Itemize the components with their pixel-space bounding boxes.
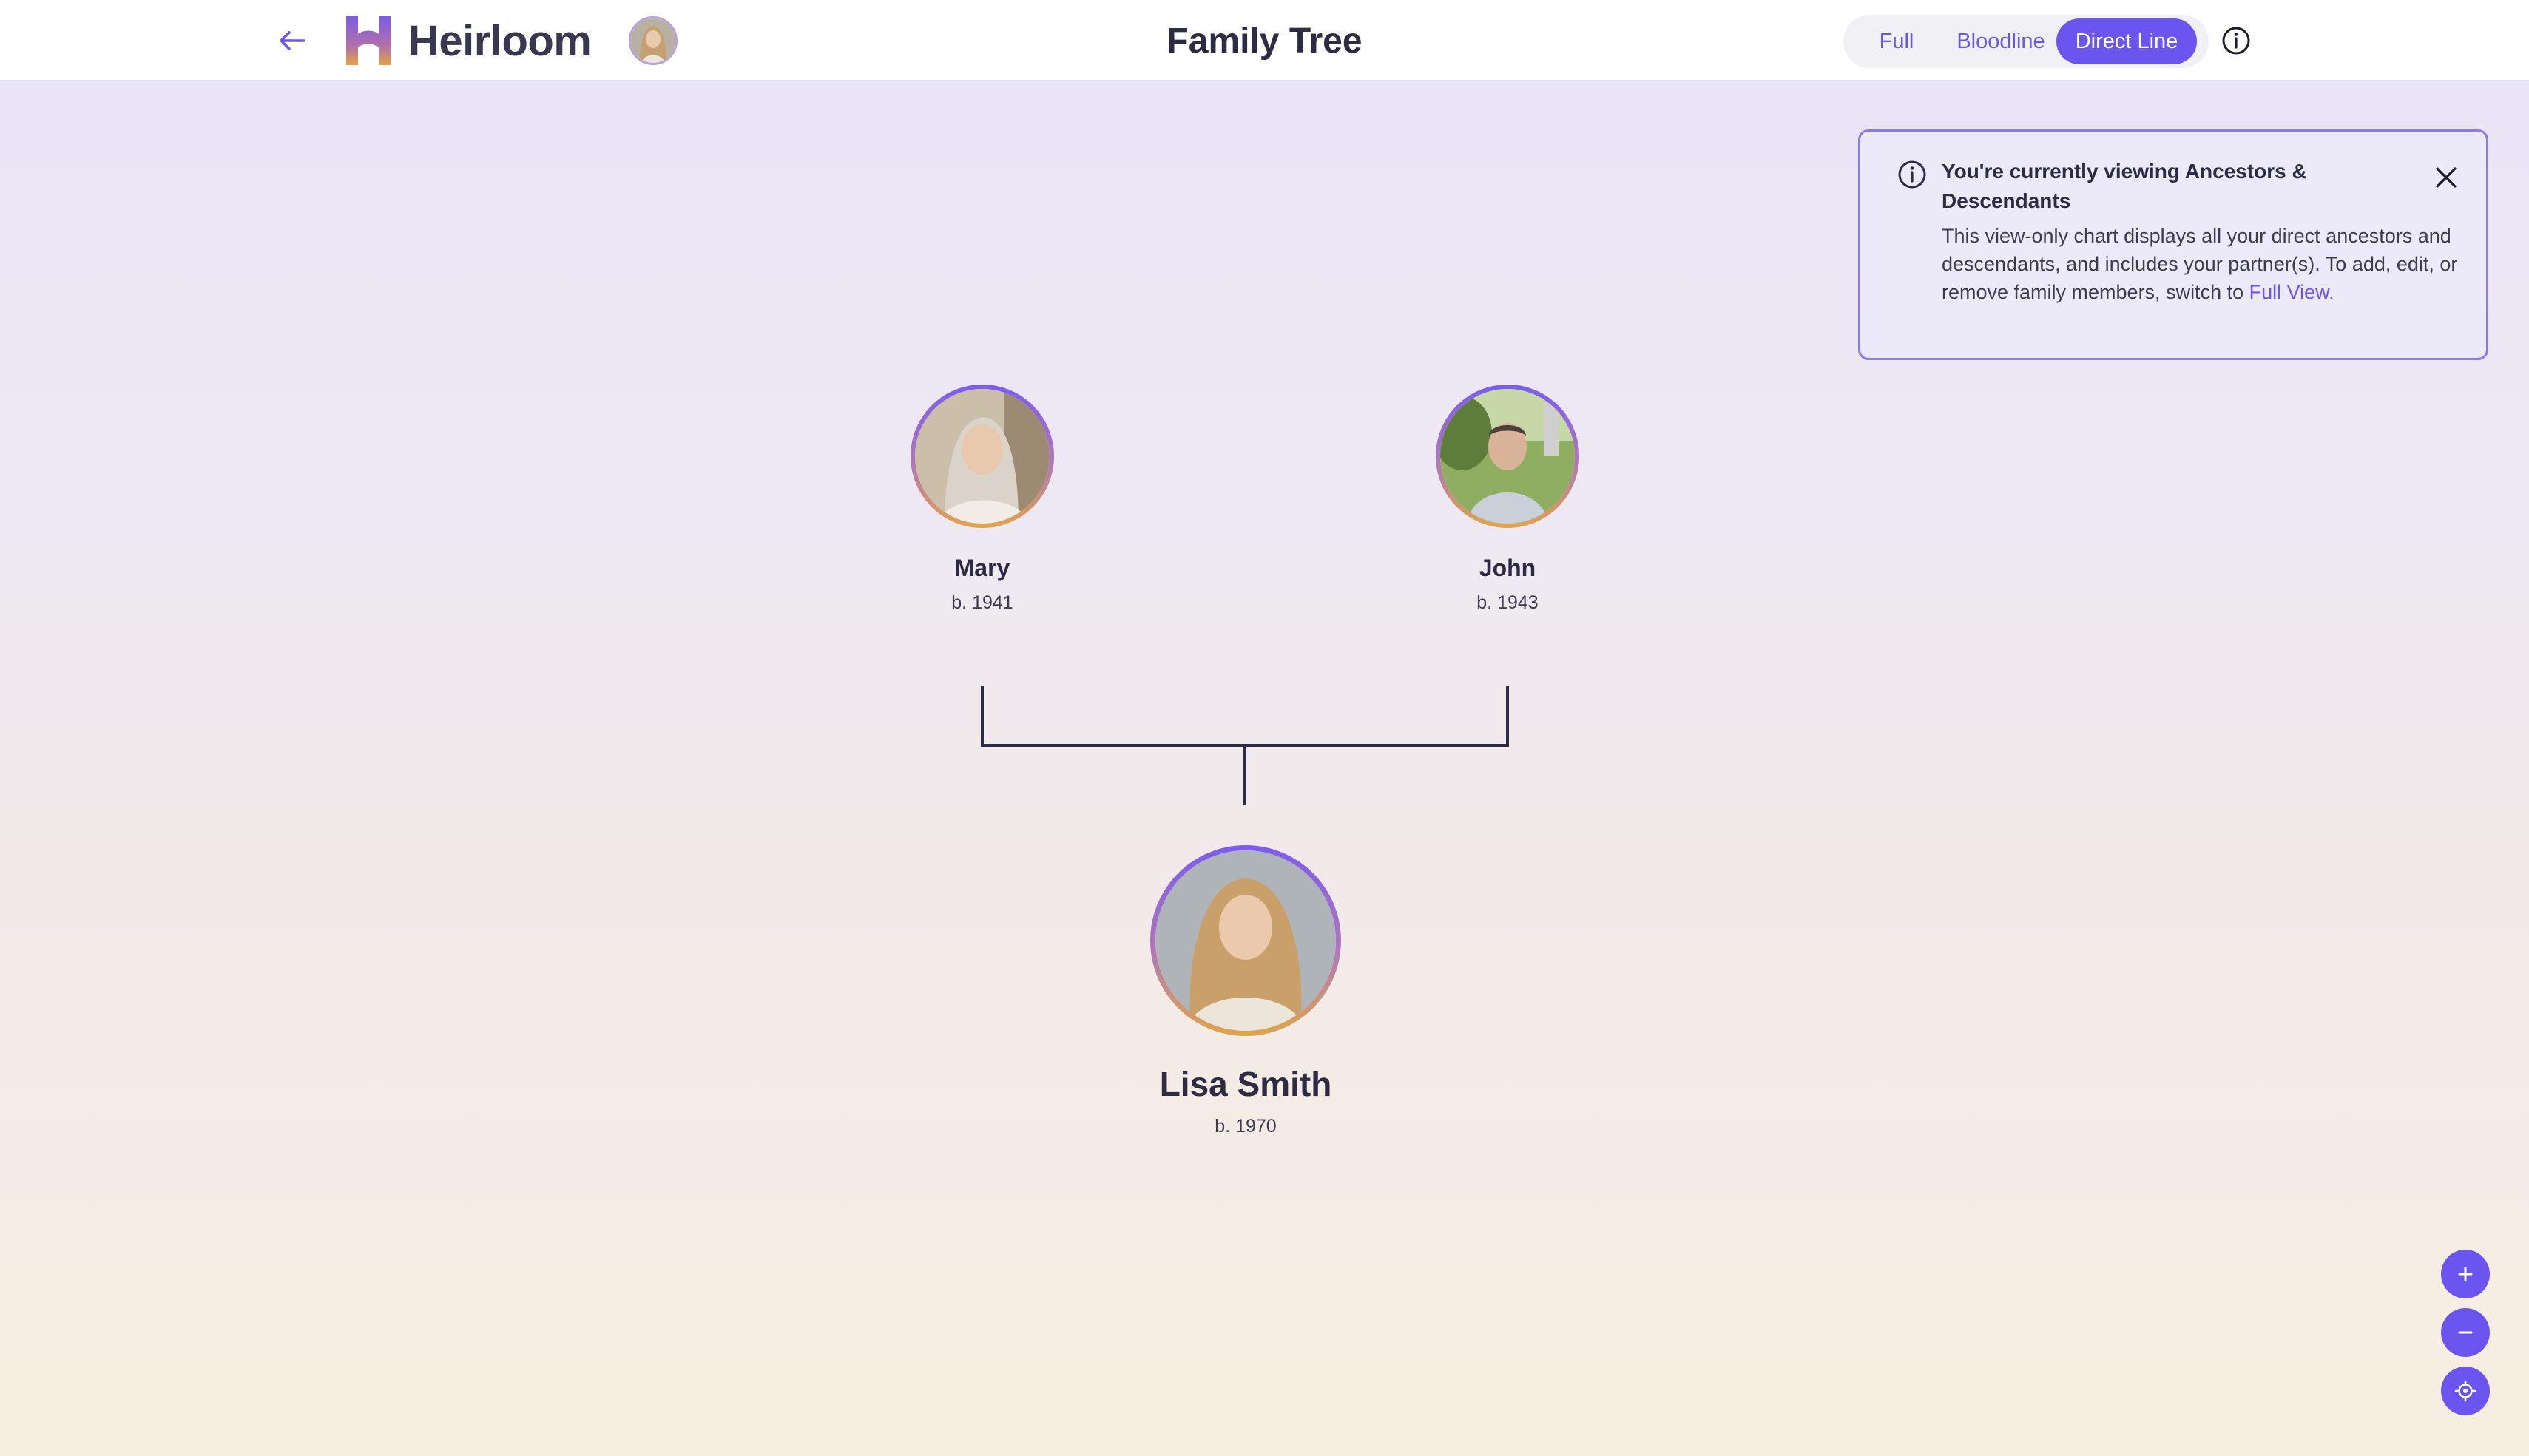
- minus-icon: [2458, 1331, 2473, 1334]
- person-birth-year: b. 1943: [1476, 592, 1539, 613]
- mary-photo: [915, 389, 1050, 524]
- person-card-lisa-smith[interactable]: Lisa Smith b. 1970: [1098, 845, 1394, 1137]
- plus-icon: [2458, 1267, 2473, 1281]
- person-avatar[interactable]: [911, 385, 1054, 528]
- zoom-out-button[interactable]: [2441, 1308, 2490, 1357]
- person-birth-year: b. 1941: [951, 592, 1013, 613]
- person-avatar[interactable]: [1436, 385, 1579, 528]
- person-name: Mary: [954, 555, 1010, 581]
- zoom-in-button[interactable]: [2441, 1250, 2490, 1298]
- recenter-button[interactable]: [2441, 1367, 2490, 1415]
- target-icon: [2454, 1380, 2476, 1402]
- person-name: Lisa Smith: [1159, 1065, 1332, 1103]
- person-card-john[interactable]: John b. 1943: [1392, 385, 1623, 614]
- person-name: John: [1479, 555, 1536, 581]
- person-card-mary[interactable]: Mary b. 1941: [867, 385, 1098, 614]
- person-birth-year: b. 1970: [1215, 1116, 1277, 1137]
- tree-connector-lines: [981, 686, 1509, 805]
- john-photo: [1440, 389, 1575, 524]
- lisa-photo: [1155, 850, 1336, 1031]
- person-avatar[interactable]: [1150, 845, 1341, 1036]
